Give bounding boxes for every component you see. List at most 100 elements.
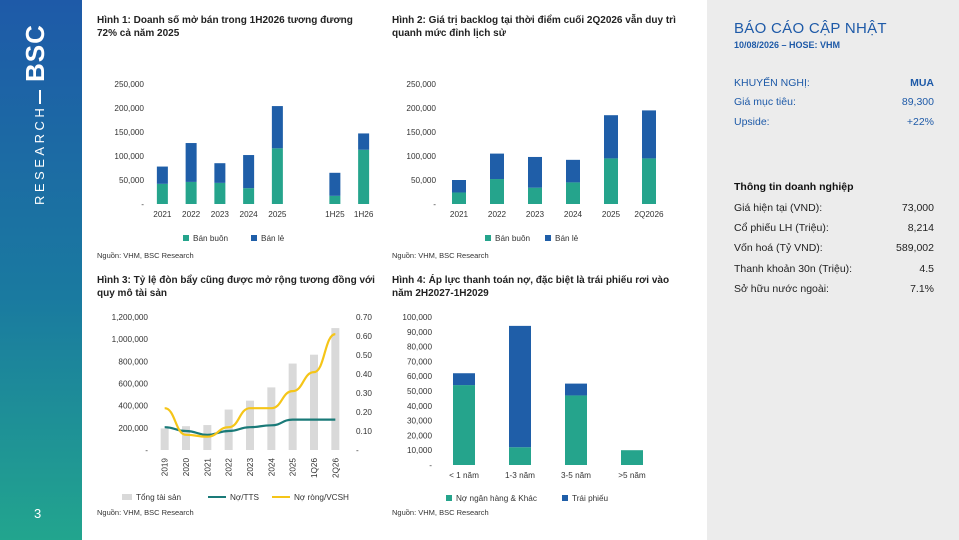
info-value: 4.5 — [919, 263, 934, 275]
x-tick-label: 2025 — [602, 210, 621, 219]
x-tick-label: < 1 năm — [449, 471, 479, 480]
y-tick-label: 50,000 — [119, 176, 144, 185]
y-tick-label-left: 1,200,000 — [112, 313, 149, 322]
x-tick-label: 2Q2026 — [634, 210, 664, 219]
chart3-title: Hình 3: Tỷ lệ đòn bẩy cũng được mở rộng … — [97, 275, 375, 299]
chart1-svg: - 50,000 100,000 150,000 200,000 250,000 2021 2… — [114, 80, 374, 243]
y-tick-label-right: - — [356, 446, 359, 455]
y-tick-label: 30,000 — [407, 417, 432, 426]
bar-segment — [621, 450, 643, 465]
bar-segment — [243, 155, 255, 189]
info-row: Thanh khoản 30n (Triệu): 4.5 — [734, 263, 934, 275]
target-row: Giá mục tiêu: 89,300 — [734, 96, 934, 108]
info-label: Giá hiện tại (VND): — [734, 202, 823, 214]
y-tick-label-left: 1,000,000 — [112, 335, 149, 344]
asset-bar — [267, 387, 276, 450]
chart3-title-wrap: Hình 3: Tỷ lệ đòn bẩy cũng được mở rộng … — [97, 275, 387, 300]
asset-bar — [288, 363, 297, 450]
legend-swatch — [562, 495, 568, 501]
x-tick-label: 2Q26 — [331, 458, 340, 478]
y-tick-label-left: 400,000 — [118, 402, 148, 411]
asset-bar — [310, 354, 318, 450]
info-row: Vốn hoá (Tỷ VND): 589,002 — [734, 242, 934, 254]
report-title: BÁO CÁO CẬP NHẬT — [734, 20, 887, 37]
bar-segment — [565, 395, 587, 465]
bar-segment — [566, 182, 580, 204]
bar-segment — [566, 159, 580, 183]
x-tick-label: 2023 — [211, 210, 230, 219]
bar-segment — [509, 325, 531, 448]
recommendation-label: KHUYẾN NGHỊ: — [734, 77, 810, 89]
bar-segment — [358, 149, 370, 204]
asset-bar — [182, 426, 190, 450]
legend-label: Nợ/TTS — [230, 493, 260, 502]
x-tick-label: 1Q26 — [310, 458, 319, 478]
y-tick-label-right: 0.70 — [356, 313, 372, 322]
bar-segment — [185, 181, 197, 204]
y-tick-label: 100,000 — [114, 152, 144, 161]
y-tick-label: 40,000 — [407, 402, 432, 411]
bar-segment — [453, 373, 475, 386]
upside-value: +22% — [906, 116, 934, 128]
y-tick-label-right: 0.30 — [356, 389, 372, 398]
y-tick-label: 90,000 — [407, 328, 432, 337]
target-label: Giá mục tiêu: — [734, 96, 796, 108]
y-tick-label: 150,000 — [114, 128, 144, 137]
logo-text: BSC — [20, 24, 50, 82]
x-tick-label: 2025 — [289, 458, 298, 477]
summary-panel: BÁO CÁO CẬP NHẬT 10/08/2026 – HOSE: VHM … — [707, 0, 959, 540]
y-tick-label: 200,000 — [114, 104, 144, 113]
bar-segment — [604, 158, 618, 204]
y-tick-label: 50,000 — [407, 387, 432, 396]
legend-swatch — [446, 495, 452, 501]
bar-segment — [528, 187, 542, 204]
chart1-source: Nguồn: VHM, BSC Research — [97, 251, 194, 260]
x-tick-label: 1H26 — [354, 210, 374, 219]
x-tick-label: 2025 — [268, 210, 287, 219]
bar-segment — [642, 110, 656, 159]
y-tick-label-right: 0.20 — [356, 408, 372, 417]
bar-segment — [156, 166, 168, 184]
legend-swatch — [545, 235, 551, 241]
x-tick-label: 2021 — [450, 210, 469, 219]
y-tick-label: - — [141, 200, 144, 209]
x-tick-label: 2023 — [246, 458, 255, 477]
info-value: 8,214 — [907, 222, 934, 234]
legend-swatch — [183, 235, 189, 241]
page-number: 3 — [34, 506, 42, 521]
chart3-svg: - 200,000 400,000 600,000 800,000 1,000,000 1,… — [112, 313, 373, 502]
x-tick-label: 2021 — [153, 210, 172, 219]
upside-row: Upside: +22% — [734, 116, 934, 128]
x-tick-label: 2021 — [203, 458, 212, 477]
chart2-title-wrap: Hình 2: Giá trị backlog tại thời điểm cu… — [392, 15, 682, 40]
info-value: 589,002 — [896, 242, 934, 254]
bar-segment — [490, 153, 504, 180]
bar-segment — [214, 163, 226, 183]
chart4-title-wrap: Hình 4: Áp lực thanh toán nợ, đặc biệt l… — [392, 275, 682, 300]
chart2-source: Nguồn: VHM, BSC Research — [392, 251, 489, 260]
chart4-title: Hình 4: Áp lực thanh toán nợ, đặc biệt l… — [392, 275, 670, 299]
legend-label: Bán buôn — [193, 234, 229, 243]
recommendation-value: MUA — [910, 77, 934, 89]
info-label: Vốn hoá (Tỷ VND): — [734, 242, 823, 254]
y-tick-label-right: 0.60 — [356, 332, 372, 341]
y-tick-label: 100,000 — [402, 313, 432, 322]
bar-segment — [453, 385, 475, 465]
bar-segment — [509, 447, 531, 465]
y-tick-label: 50,000 — [411, 176, 436, 185]
bar-segment — [271, 148, 283, 204]
x-tick-label: 2023 — [526, 210, 545, 219]
y-tick-label: - — [429, 461, 432, 470]
sidebar-divider — [39, 90, 41, 104]
y-tick-label-left: 800,000 — [118, 357, 148, 366]
bar-segment — [271, 106, 283, 149]
info-label: Cổ phiếu LH (Triệu): — [734, 222, 829, 234]
bar-segment — [358, 133, 370, 150]
y-tick-label: 80,000 — [407, 343, 432, 352]
bar-segment — [185, 143, 197, 182]
y-tick-label: 100,000 — [406, 152, 436, 161]
x-tick-label: >5 năm — [618, 471, 646, 480]
chart1-title: Hình 1: Doanh số mở bán trong 1H2026 tươ… — [97, 15, 353, 39]
x-tick-label: 3-5 năm — [561, 471, 591, 480]
chart4-source: Nguồn: VHM, BSC Research — [392, 508, 489, 517]
